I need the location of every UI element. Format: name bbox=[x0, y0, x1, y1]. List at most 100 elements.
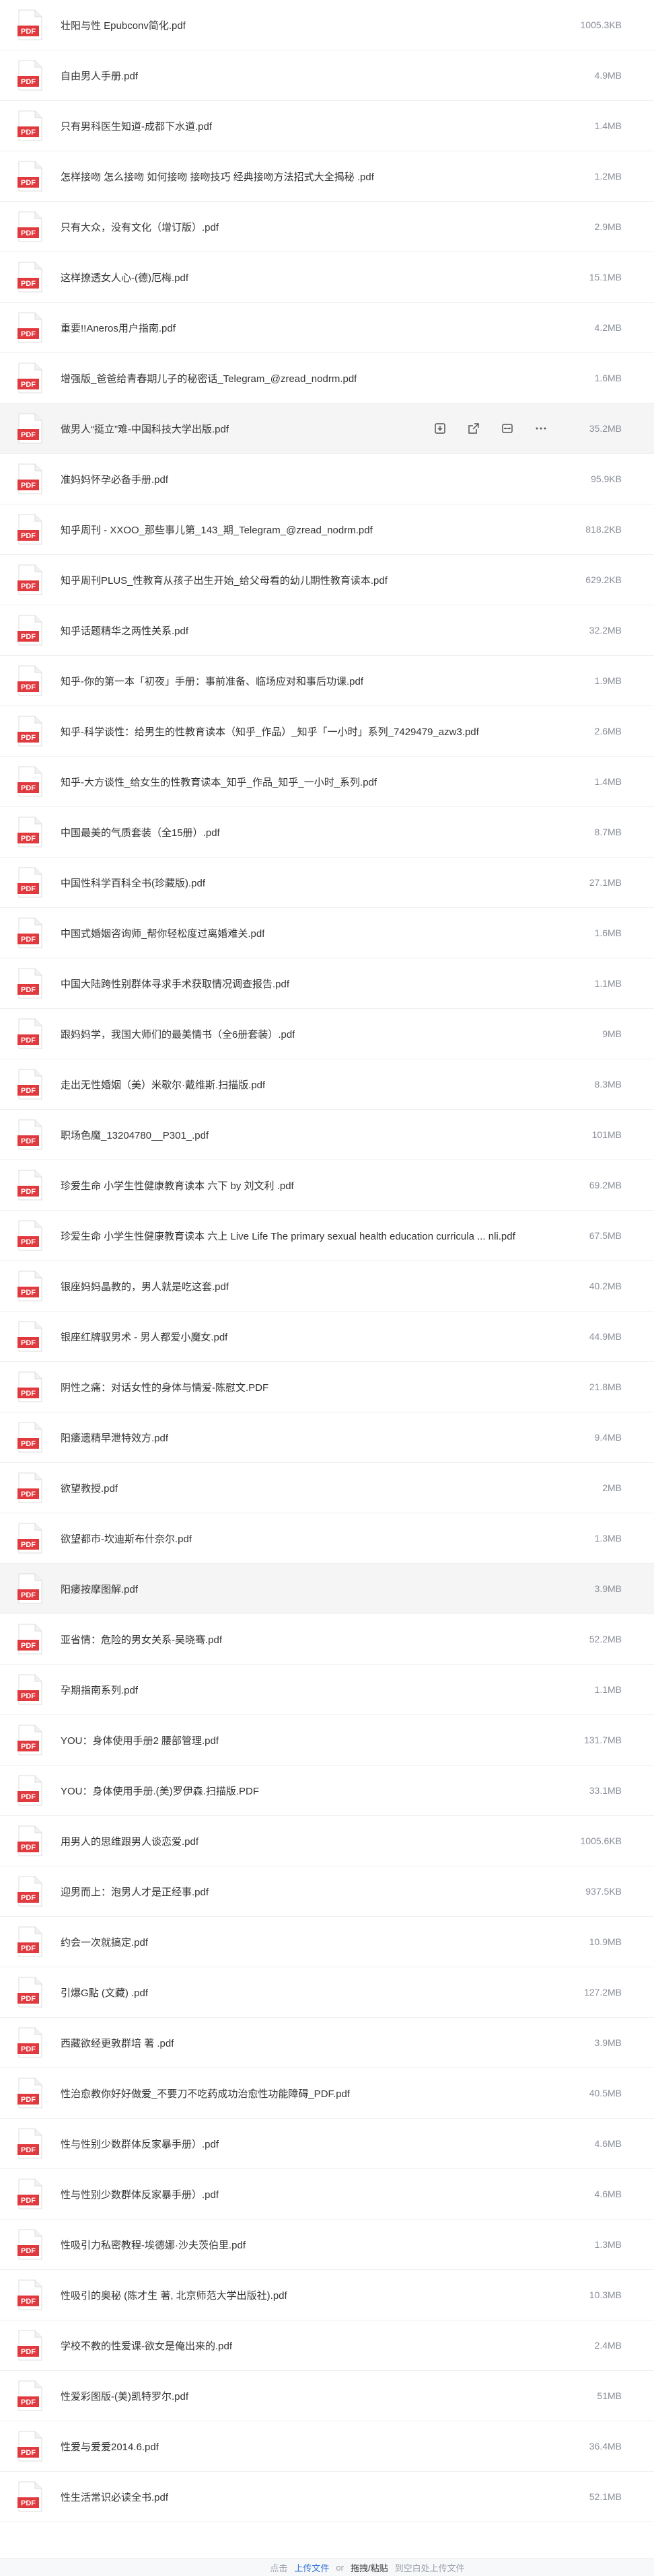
file-row[interactable]: PDF 阳痿遗精早泄特效方.pdf 9.4MB bbox=[0, 1412, 654, 1463]
file-name[interactable]: 知乎-你的第一本「初夜」手册：事前准备、临场应对和事后功课.pdf bbox=[61, 674, 363, 688]
drag-paste-text[interactable]: 拖拽/粘贴 bbox=[351, 2561, 388, 2574]
file-row[interactable]: PDF 中国性科学百科全书(珍藏版).pdf 27.1MB bbox=[0, 858, 654, 908]
file-row[interactable]: PDF YOU：身体使用手册2 腰部管理.pdf 131.7MB bbox=[0, 1715, 654, 1766]
file-row[interactable]: PDF 自由男人手册.pdf 4.9MB bbox=[0, 50, 654, 101]
file-name[interactable]: 亚省情：危险的男女关系-吴晓骞.pdf bbox=[61, 1632, 222, 1646]
file-row[interactable]: PDF 性与性别少数群体反家暴手册）.pdf 4.6MB bbox=[0, 2169, 654, 2220]
file-row[interactable]: PDF 知乎话题精华之两性关系.pdf 32.2MB bbox=[0, 605, 654, 656]
file-name[interactable]: 做男人“挺立”难-中国科技大学出版.pdf bbox=[61, 422, 229, 436]
file-name[interactable]: 性吸引力私密教程-埃德娜·沙夫茨伯里.pdf bbox=[61, 2238, 246, 2252]
file-row[interactable]: PDF 孕期指南系列.pdf 1.1MB bbox=[0, 1665, 654, 1715]
file-name[interactable]: 只有男科医生知道-成都下水道.pdf bbox=[61, 119, 212, 133]
file-name[interactable]: 准妈妈怀孕必备手册.pdf bbox=[61, 472, 168, 486]
file-name[interactable]: 性吸引的奥秘 (陈才生 著, 北京师范大学出版社).pdf bbox=[61, 2288, 287, 2302]
file-name[interactable]: 知乎周刊PLUS_性教育从孩子出生开始_给父母看的幼儿期性教育读本.pdf bbox=[61, 573, 388, 587]
preview-icon[interactable] bbox=[497, 418, 518, 439]
file-row[interactable]: PDF 职场色魔_13204780__P301_.pdf 101MB bbox=[0, 1110, 654, 1160]
file-row[interactable]: PDF 欲望教授.pdf 2MB bbox=[0, 1463, 654, 1513]
file-name[interactable]: 中国式婚姻咨询师_帮你轻松度过离婚难关.pdf bbox=[61, 926, 264, 940]
file-row[interactable]: PDF 中国大陆跨性别群体寻求手术获取情况调查报告.pdf 1.1MB bbox=[0, 958, 654, 1009]
file-row[interactable]: PDF 性吸引的奥秘 (陈才生 著, 北京师范大学出版社).pdf 10.3MB bbox=[0, 2270, 654, 2320]
file-name[interactable]: 孕期指南系列.pdf bbox=[61, 1683, 138, 1697]
file-row[interactable]: PDF 珍爱生命 小学生性健康教育读本 六下 by 刘文利 .pdf 69.2MB bbox=[0, 1160, 654, 1211]
file-row[interactable]: PDF 西藏欲经更敦群培 著 .pdf 3.9MB bbox=[0, 2018, 654, 2068]
file-name[interactable]: 只有大众，没有文化（增订版）.pdf bbox=[61, 220, 219, 234]
file-name[interactable]: 知乎话题精华之两性关系.pdf bbox=[61, 623, 188, 638]
file-row[interactable]: PDF 阳痿按摩图解.pdf 3.9MB bbox=[0, 1564, 654, 1614]
file-name[interactable]: 用男人的思维跟男人谈恋爱.pdf bbox=[61, 1834, 198, 1848]
file-name[interactable]: 走出无性婚姻（美）米歇尔·戴维斯.扫描版.pdf bbox=[61, 1077, 265, 1092]
file-name[interactable]: 中国最美的气质套装（全15册）.pdf bbox=[61, 825, 220, 839]
file-name[interactable]: 性与性别少数群体反家暴手册）.pdf bbox=[61, 2137, 219, 2151]
share-icon[interactable] bbox=[463, 418, 484, 439]
file-row[interactable]: PDF 银座妈妈晶教的，男人就是吃这套.pdf 40.2MB bbox=[0, 1261, 654, 1312]
file-name[interactable]: 学校不教的性爱课-欲女是俺出来的.pdf bbox=[61, 2339, 232, 2353]
file-row[interactable]: PDF 珍爱生命 小学生性健康教育读本 六上 Live Life The prim… bbox=[0, 1211, 654, 1261]
file-name[interactable]: YOU：身体使用手册.(美)罗伊森.扫描版.PDF bbox=[61, 1784, 259, 1798]
file-row[interactable]: PDF 阴性之痛：对话女性的身体与情爱-陈慰文.PDF 21.8MB bbox=[0, 1362, 654, 1412]
file-row[interactable]: PDF 性与性别少数群体反家暴手册）.pdf 4.6MB bbox=[0, 2119, 654, 2169]
file-name[interactable]: 引爆G點 (文藏) .pdf bbox=[61, 1985, 148, 2000]
file-name[interactable]: 阴性之痛：对话女性的身体与情爱-陈慰文.PDF bbox=[61, 1380, 268, 1394]
file-row[interactable]: PDF 准妈妈怀孕必备手册.pdf 95.9KB bbox=[0, 454, 654, 504]
file-row[interactable]: PDF 知乎-你的第一本「初夜」手册：事前准备、临场应对和事后功课.pdf 1.9M… bbox=[0, 656, 654, 706]
file-row[interactable]: PDF 迎男而上：泡男人才是正经事.pdf 937.5KB bbox=[0, 1866, 654, 1917]
more-icon[interactable] bbox=[530, 418, 552, 439]
file-name[interactable]: 性爱与爱爱2014.6.pdf bbox=[61, 2439, 159, 2454]
file-row[interactable]: PDF 引爆G點 (文藏) .pdf 127.2MB bbox=[0, 1967, 654, 2018]
file-name[interactable]: 约会一次就搞定.pdf bbox=[61, 1935, 148, 1949]
file-name[interactable]: 增强版_爸爸给青春期儿子的秘密话_Telegram_@zread_nodrm.p… bbox=[61, 371, 357, 385]
file-row[interactable]: PDF 增强版_爸爸给青春期儿子的秘密话_Telegram_@zread_nodr… bbox=[0, 353, 654, 404]
file-row[interactable]: PDF 性吸引力私密教程-埃德娜·沙夫茨伯里.pdf 1.3MB bbox=[0, 2220, 654, 2270]
file-name[interactable]: YOU：身体使用手册2 腰部管理.pdf bbox=[61, 1733, 219, 1747]
file-row[interactable]: PDF 知乎周刊 - XXOO_那些事儿第_143_期_Telegram_@zre… bbox=[0, 504, 654, 555]
file-name[interactable]: 知乎-大方谈性_给女生的性教育读本_知乎_作品_知乎_一小时_系列.pdf bbox=[61, 775, 377, 789]
file-name[interactable]: 性治愈教你好好做爱_不要刀不吃药成功治愈性功能障碍_PDF.pdf bbox=[61, 2086, 350, 2100]
file-name[interactable]: 欲望都市-坎迪斯布什奈尔.pdf bbox=[61, 1531, 192, 1546]
file-row[interactable]: PDF 做男人“挺立”难-中国科技大学出版.pdf 35.2MB bbox=[0, 404, 654, 454]
file-name[interactable]: 知乎-科学谈性：给男生的性教育读本（知乎_作品）_知乎「一小时」系列_74294… bbox=[61, 724, 479, 738]
file-name[interactable]: 这样撩透女人心-(德)厄梅.pdf bbox=[61, 270, 188, 285]
file-row[interactable]: PDF 银座红牌驭男术 - 男人都爱小魔女.pdf 44.9MB bbox=[0, 1312, 654, 1362]
file-name[interactable]: 壮阳与性 Epubconv简化.pdf bbox=[61, 18, 186, 32]
file-row[interactable]: PDF 约会一次就搞定.pdf 10.9MB bbox=[0, 1917, 654, 1967]
file-row[interactable]: PDF 中国最美的气质套装（全15册）.pdf 8.7MB bbox=[0, 807, 654, 858]
file-name[interactable]: 性爱彩图版-(美)凯特罗尔.pdf bbox=[61, 2389, 188, 2403]
file-name[interactable]: 性生活常识必读全书.pdf bbox=[61, 2490, 168, 2504]
file-row[interactable]: PDF 壮阳与性 Epubconv简化.pdf 1005.3KB bbox=[0, 0, 654, 50]
file-name[interactable]: 阳痿遗精早泄特效方.pdf bbox=[61, 1431, 168, 1445]
upload-file-link[interactable]: 上传文件 bbox=[294, 2561, 329, 2574]
file-name[interactable]: 珍爱生命 小学生性健康教育读本 六下 by 刘文利 .pdf bbox=[61, 1178, 294, 1192]
file-row[interactable]: PDF 走出无性婚姻（美）米歇尔·戴维斯.扫描版.pdf 8.3MB bbox=[0, 1059, 654, 1110]
file-row[interactable]: PDF 亚省情：危险的男女关系-吴晓骞.pdf 52.2MB bbox=[0, 1614, 654, 1665]
file-row[interactable]: PDF 知乎-科学谈性：给男生的性教育读本（知乎_作品）_知乎「一小时」系列_74… bbox=[0, 706, 654, 757]
file-name[interactable]: 欲望教授.pdf bbox=[61, 1481, 118, 1495]
file-row[interactable]: PDF 性治愈教你好好做爱_不要刀不吃药成功治愈性功能障碍_PDF.pdf 40.5… bbox=[0, 2068, 654, 2119]
file-name[interactable]: 迎男而上：泡男人才是正经事.pdf bbox=[61, 1885, 209, 1899]
file-name[interactable]: 中国大陆跨性别群体寻求手术获取情况调查报告.pdf bbox=[61, 977, 289, 991]
file-name[interactable]: 怎样接吻 怎么接吻 如何接吻 接吻技巧 经典接吻方法招式大全揭秘 .pdf bbox=[61, 169, 374, 184]
file-row[interactable]: PDF 性生活常识必读全书.pdf 52.1MB bbox=[0, 2472, 654, 2522]
file-row[interactable]: PDF 中国式婚姻咨询师_帮你轻松度过离婚难关.pdf 1.6MB bbox=[0, 908, 654, 958]
file-row[interactable]: PDF 欲望都市-坎迪斯布什奈尔.pdf 1.3MB bbox=[0, 1513, 654, 1564]
file-name[interactable]: 职场色魔_13204780__P301_.pdf bbox=[61, 1128, 209, 1142]
file-name[interactable]: 阳痿按摩图解.pdf bbox=[61, 1582, 138, 1596]
file-row[interactable]: PDF 只有男科医生知道-成都下水道.pdf 1.4MB bbox=[0, 101, 654, 151]
file-row[interactable]: PDF 这样撩透女人心-(德)厄梅.pdf 15.1MB bbox=[0, 252, 654, 303]
file-name[interactable]: 银座红牌驭男术 - 男人都爱小魔女.pdf bbox=[61, 1330, 227, 1344]
file-row[interactable]: PDF 性爱与爱爱2014.6.pdf 36.4MB bbox=[0, 2421, 654, 2472]
file-name[interactable]: 重要!!Aneros用户指南.pdf bbox=[61, 321, 176, 335]
file-name[interactable]: 自由男人手册.pdf bbox=[61, 69, 138, 83]
download-icon[interactable] bbox=[429, 418, 451, 439]
file-name[interactable]: 银座妈妈晶教的，男人就是吃这套.pdf bbox=[61, 1279, 229, 1293]
file-row[interactable]: PDF YOU：身体使用手册.(美)罗伊森.扫描版.PDF 33.1MB bbox=[0, 1766, 654, 1816]
file-row[interactable]: PDF 重要!!Aneros用户指南.pdf 4.2MB bbox=[0, 303, 654, 353]
file-row[interactable]: PDF 怎样接吻 怎么接吻 如何接吻 接吻技巧 经典接吻方法招式大全揭秘 .pdf… bbox=[0, 151, 654, 202]
file-name[interactable]: 知乎周刊 - XXOO_那些事儿第_143_期_Telegram_@zread_… bbox=[61, 523, 373, 537]
file-row[interactable]: PDF 跟妈妈学，我国大师们的最美情书（全6册套装）.pdf 9MB bbox=[0, 1009, 654, 1059]
file-row[interactable]: PDF 知乎-大方谈性_给女生的性教育读本_知乎_作品_知乎_一小时_系列.pdf… bbox=[0, 757, 654, 807]
file-name[interactable]: 性与性别少数群体反家暴手册）.pdf bbox=[61, 2187, 219, 2201]
file-row[interactable]: PDF 学校不教的性爱课-欲女是俺出来的.pdf 2.4MB bbox=[0, 2320, 654, 2371]
file-row[interactable]: PDF 用男人的思维跟男人谈恋爱.pdf 1005.6KB bbox=[0, 1816, 654, 1866]
file-name[interactable]: 珍爱生命 小学生性健康教育读本 六上 Live Life The primary… bbox=[61, 1229, 515, 1243]
